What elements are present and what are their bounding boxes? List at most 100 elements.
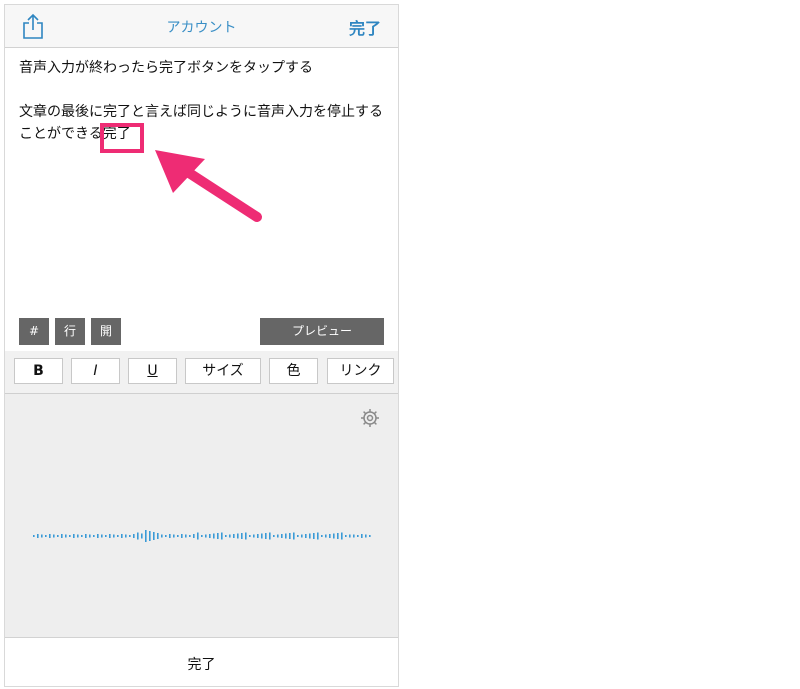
size-button[interactable]: サイズ	[185, 358, 261, 384]
waveform-bar	[105, 535, 107, 537]
waveform-bar	[53, 534, 55, 538]
waveform-bar	[273, 535, 275, 537]
waveform-bar	[193, 534, 195, 538]
waveform-bar	[181, 534, 183, 538]
waveform-bar	[61, 534, 63, 538]
waveform-bar	[41, 534, 43, 538]
waveform-bar	[173, 534, 175, 538]
waveform-bar	[225, 535, 227, 537]
waveform-bar	[81, 535, 83, 537]
waveform-bar	[301, 534, 303, 538]
waveform-bar	[205, 534, 207, 538]
waveform-bar	[209, 534, 211, 538]
italic-button[interactable]: I	[71, 358, 120, 384]
waveform-bar	[169, 534, 171, 538]
highlight-box	[100, 123, 144, 153]
waveform-bar	[249, 535, 251, 537]
waveform-bar	[137, 532, 139, 540]
waveform-bar	[321, 535, 323, 537]
waveform-bar	[233, 534, 235, 538]
pointer-arrow-icon	[155, 150, 262, 222]
text-editor[interactable]: 音声入力が終わったら完了ボタンをタップする 文章の最後に完了と言えば同じように音…	[19, 57, 391, 145]
waveform-bar	[369, 535, 371, 537]
waveform-bar	[349, 534, 351, 538]
editor-line: ことができる完了	[19, 126, 131, 142]
nav-title: アカウント	[166, 20, 237, 36]
waveform-bar	[281, 534, 283, 538]
editor-line: 音声入力が終わったら完了ボタンをタップする	[19, 60, 313, 76]
waveform-bar	[153, 532, 155, 540]
waveform-bar	[125, 534, 127, 538]
waveform-bar	[365, 534, 367, 538]
waveform-bar	[49, 534, 51, 538]
waveform-bar	[149, 531, 151, 541]
editor-line: 文章の最後に完了と言えば同じように音声入力を停止する	[19, 104, 383, 120]
waveform-bar	[77, 534, 79, 538]
waveform-bar	[93, 535, 95, 537]
waveform-bar	[197, 532, 199, 540]
waveform-bar	[145, 530, 147, 542]
gear-icon[interactable]	[360, 408, 380, 428]
waveform-bar	[189, 535, 191, 537]
waveform-bar	[37, 534, 39, 538]
waveform-bar	[141, 533, 143, 539]
dictation-panel	[5, 394, 398, 637]
navigation-bar: アカウント 完了	[5, 5, 398, 48]
line-button[interactable]: 行	[55, 318, 85, 345]
waveform-bar	[297, 535, 299, 537]
waveform-bar	[217, 533, 219, 539]
waveform-bar	[325, 534, 327, 538]
waveform-bar	[357, 535, 359, 537]
style-toolbar: B I U サイズ 色 リンク	[5, 351, 398, 394]
waveform-bar	[109, 534, 111, 538]
waveform-bar	[293, 532, 295, 540]
open-button[interactable]: 開	[91, 318, 121, 345]
waveform-bar	[69, 535, 71, 537]
waveform-bar	[221, 532, 223, 540]
waveform-bar	[121, 534, 123, 538]
waveform-bar	[261, 533, 263, 539]
waveform-bar	[185, 534, 187, 538]
waveform-bar	[177, 535, 179, 537]
bold-button[interactable]: B	[14, 358, 63, 384]
waveform-bar	[253, 534, 255, 538]
waveform-bar	[101, 534, 103, 538]
waveform-bar	[329, 534, 331, 538]
waveform-bar	[345, 535, 347, 537]
waveform-bar	[117, 535, 119, 537]
waveform	[33, 530, 371, 542]
waveform-bar	[113, 534, 115, 538]
waveform-bar	[341, 532, 343, 540]
waveform-bar	[85, 534, 87, 538]
waveform-bar	[133, 534, 135, 538]
waveform-bar	[73, 534, 75, 538]
waveform-bar	[213, 533, 215, 539]
hash-button[interactable]: #	[19, 318, 49, 345]
waveform-bar	[257, 534, 259, 538]
waveform-bar	[353, 534, 355, 538]
done-button[interactable]: 完了	[349, 15, 381, 39]
waveform-bar	[277, 534, 279, 538]
waveform-bar	[45, 535, 47, 537]
waveform-bar	[65, 534, 67, 538]
dictation-done-button[interactable]: 完了	[5, 654, 398, 674]
waveform-bar	[285, 533, 287, 539]
color-button[interactable]: 色	[269, 358, 318, 384]
link-button[interactable]: リンク	[327, 358, 394, 384]
waveform-bar	[97, 534, 99, 538]
waveform-bar	[129, 535, 131, 537]
dictation-bottom-bar: 完了	[5, 637, 398, 686]
underline-button[interactable]: U	[128, 358, 177, 384]
waveform-bar	[165, 535, 167, 537]
waveform-bar	[265, 533, 267, 539]
phone-screen: アカウント 完了 音声入力が終わったら完了ボタンをタップする 文章の最後に完了と…	[4, 4, 399, 687]
waveform-bar	[269, 532, 271, 540]
waveform-bar	[337, 533, 339, 539]
waveform-bar	[229, 534, 231, 538]
preview-button[interactable]: プレビュー	[260, 318, 384, 345]
waveform-bar	[157, 533, 159, 539]
waveform-bar	[317, 532, 319, 540]
waveform-bar	[237, 533, 239, 539]
waveform-bar	[161, 534, 163, 538]
waveform-bar	[57, 535, 59, 537]
